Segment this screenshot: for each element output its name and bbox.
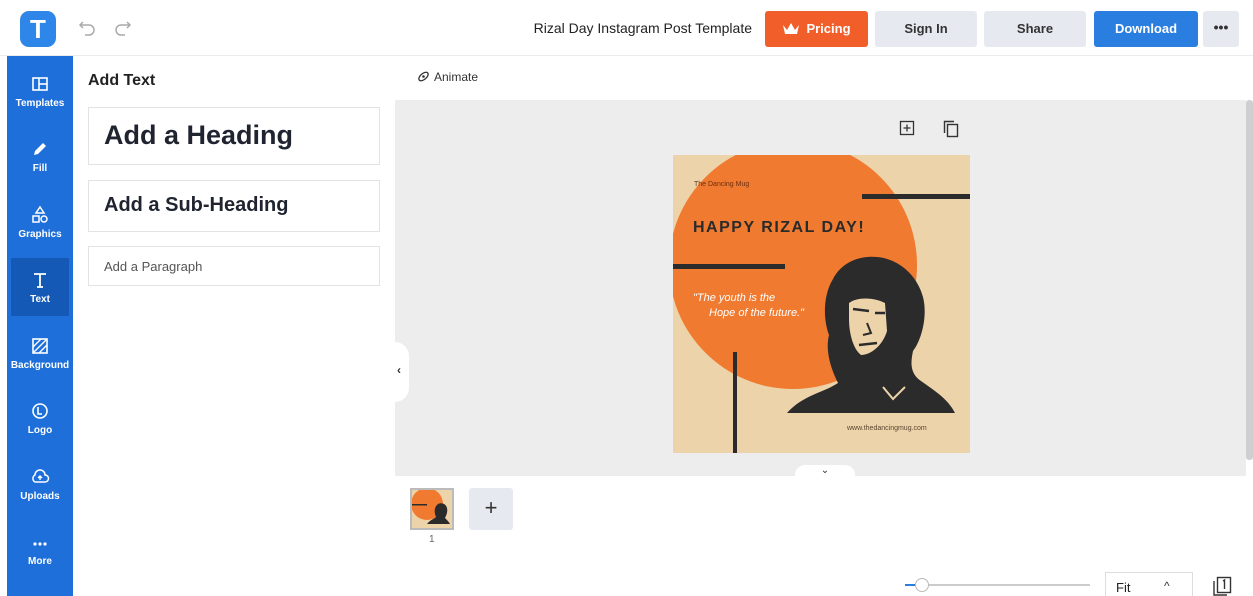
sidebar-item-text[interactable]: Text [11, 258, 69, 316]
chevron-left-icon: ‹ [397, 363, 401, 377]
app-logo[interactable]: T [20, 11, 56, 47]
collapse-panel-button[interactable]: ‹ [395, 342, 409, 402]
crown-icon [783, 23, 800, 34]
design-canvas[interactable]: The Dancing Mug HAPPY RIZAL DAY! "The yo… [673, 155, 970, 453]
design-website[interactable]: www.thedancingmug.com [847, 425, 927, 432]
add-page-button[interactable]: + [469, 488, 513, 530]
left-sidebar: Templates Fill Graphics Text Background … [7, 56, 73, 596]
sidebar-item-logo[interactable]: Logo [7, 389, 73, 447]
text-icon [34, 273, 46, 288]
page-thumbnail[interactable] [410, 488, 454, 530]
sidebar-item-label: Fill [32, 163, 48, 174]
zoom-slider-handle[interactable] [915, 578, 929, 592]
sidebar-item-label: More [28, 556, 52, 567]
thumbnail-preview [412, 490, 452, 528]
duplicate-page-icon[interactable] [943, 120, 959, 138]
add-heading-button[interactable]: Add a Heading [88, 107, 380, 165]
sidebar-item-templates[interactable]: Templates [7, 62, 73, 120]
design-headline[interactable]: HAPPY RIZAL DAY! [693, 219, 865, 237]
workspace-scrollbar[interactable] [1246, 100, 1253, 460]
share-button[interactable]: Share [984, 11, 1086, 47]
chevron-down-icon: ⌄ [820, 465, 830, 476]
sidebar-item-more[interactable]: More [7, 520, 73, 578]
design-quote-line1[interactable]: "The youth is the [693, 292, 775, 304]
document-title[interactable]: Rizal Day Instagram Post Template [512, 20, 752, 36]
redo-icon[interactable] [112, 16, 134, 38]
add-subheading-button[interactable]: Add a Sub-Heading [88, 180, 380, 232]
zoom-value: Fit [1116, 580, 1131, 595]
animate-icon [418, 71, 429, 82]
cloud-upload-icon [32, 469, 50, 483]
more-options-button[interactable]: ••• [1203, 11, 1239, 47]
pricing-button[interactable]: Pricing [765, 11, 868, 47]
background-icon [32, 338, 48, 354]
add-paragraph-button[interactable]: Add a Paragraph [88, 246, 380, 286]
more-dots-icon [33, 542, 47, 546]
undo-icon[interactable] [76, 16, 98, 38]
sidebar-item-label: Background [10, 360, 70, 371]
pricing-label: Pricing [806, 21, 851, 36]
page-count-icon[interactable] [1212, 576, 1232, 596]
page-strip-toggle[interactable]: ⌄ [795, 465, 855, 479]
design-brand-text[interactable]: The Dancing Mug [694, 181, 749, 188]
sidebar-item-label: Text [30, 294, 50, 305]
add-element-icon[interactable] [899, 120, 915, 136]
design-artwork [673, 155, 970, 453]
sidebar-item-label: Logo [27, 425, 53, 436]
animate-button[interactable]: Animate [417, 70, 478, 84]
panel-title: Add Text [88, 72, 156, 89]
chevron-up-icon: ^ [1164, 579, 1170, 593]
templates-icon [32, 77, 48, 91]
text-panel: Add Text Add a Heading Add a Sub-Heading… [73, 56, 395, 596]
sidebar-item-label: Graphics [18, 229, 62, 240]
sidebar-item-background[interactable]: Background [7, 324, 73, 382]
design-quote-line2[interactable]: Hope of the future." [709, 307, 804, 319]
zoom-select[interactable]: Fit ^ [1105, 572, 1193, 596]
sidebar-item-graphics[interactable]: Graphics [7, 193, 73, 251]
top-bar: T Rizal Day Instagram Post Template Pric… [0, 0, 1253, 56]
shapes-icon [32, 205, 48, 223]
sidebar-item-label: Uploads [20, 491, 60, 502]
animate-label: Animate [434, 70, 479, 84]
sign-in-button[interactable]: Sign In [875, 11, 977, 47]
download-button[interactable]: Download [1094, 11, 1198, 47]
sidebar-item-uploads[interactable]: Uploads [7, 455, 73, 513]
zoom-slider-track[interactable] [905, 584, 1090, 586]
pencil-icon [34, 143, 46, 155]
sidebar-item-label: Templates [15, 98, 65, 109]
page-number: 1 [429, 534, 435, 545]
logo-icon [32, 403, 48, 419]
canvas-toolbar: Animate [395, 56, 1253, 100]
sidebar-item-fill[interactable]: Fill [7, 127, 73, 185]
